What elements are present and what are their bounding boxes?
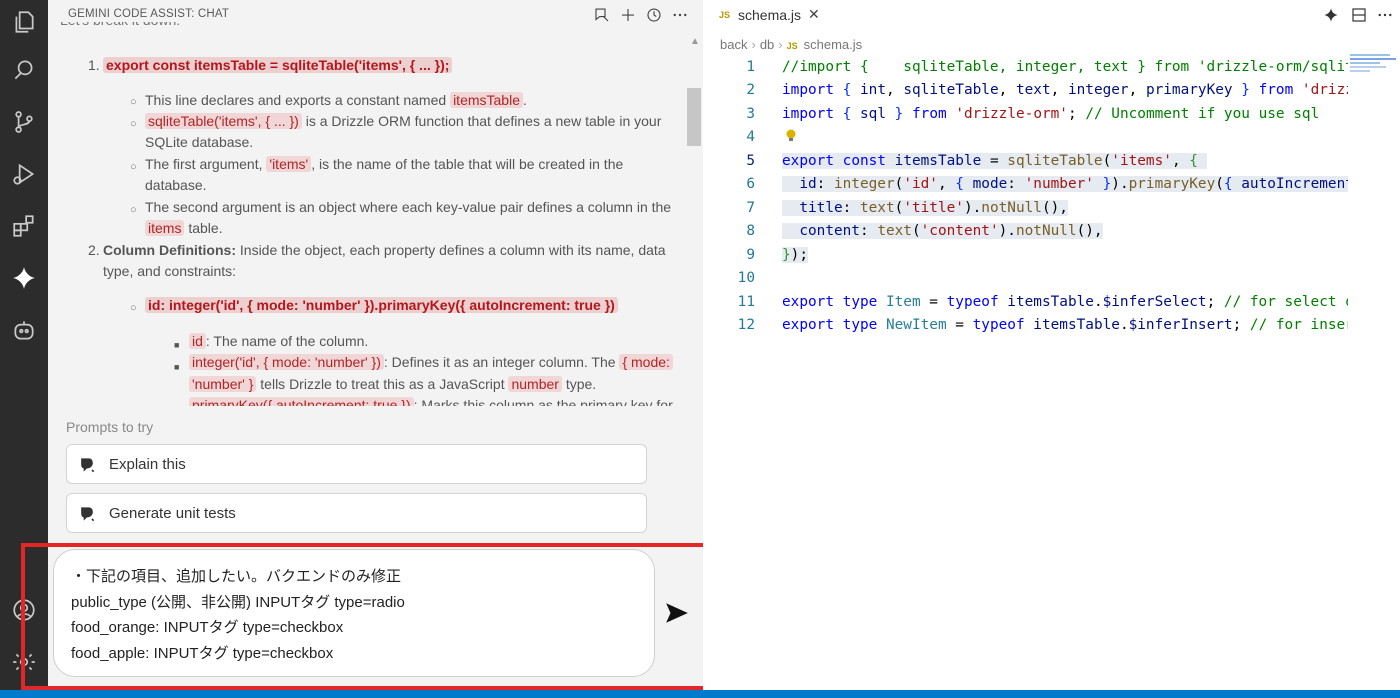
line-number: 10: [737, 270, 755, 286]
minimap[interactable]: [1350, 54, 1398, 74]
line-number: 2: [746, 82, 755, 98]
editor-area: JS schema.js ✕ back › db › JS schema.js 1 2 3…: [703, 0, 1400, 690]
bot-icon[interactable]: [0, 308, 48, 352]
intro-text: Let's break it down:: [60, 22, 180, 32]
annotation-highlight-box: [21, 543, 764, 690]
list-number: 2.: [88, 242, 100, 258]
list-item: This line declares and exports a constan…: [145, 92, 527, 108]
line-number: 5: [746, 153, 755, 169]
chat-panel: GEMINI CODE ASSIST: CHAT Let's break it …: [21, 0, 764, 690]
prompt-icon: [81, 458, 95, 473]
code-line: id: integer('id', { mode: 'number' }).pr…: [782, 176, 1348, 192]
close-icon[interactable]: ✕: [808, 6, 820, 23]
code-line: import { int, sqliteTable, text, integer…: [782, 82, 1348, 98]
line-number: 12: [737, 317, 755, 333]
list-item: The second argument is an object where e…: [145, 199, 672, 215]
tab-label: schema.js: [738, 7, 802, 23]
code-line: //import { sqliteTable, integer, text } …: [782, 59, 1348, 75]
code-line: title: text('title').notNull(),: [782, 200, 1068, 216]
prompt-label: Explain this: [109, 456, 186, 473]
line-number: 8: [746, 223, 755, 239]
prompt-generate-unit-tests[interactable]: Generate unit tests: [66, 493, 647, 533]
code-heading: export const itemsTable = sqliteTable('i…: [103, 57, 453, 73]
code-line: export type NewItem = typeof itemsTable.…: [782, 317, 1348, 333]
source-control-icon[interactable]: [0, 100, 48, 144]
list-item: id: The name of the column.: [189, 331, 368, 353]
extensions-icon[interactable]: [0, 204, 48, 248]
split-editor-icon[interactable]: [1348, 4, 1370, 26]
chat-messages: Let's break it down: 1. export const ite…: [48, 22, 688, 406]
line-number: 9: [746, 247, 755, 263]
code-editor[interactable]: 1 2 3 4 5 6 7 8 9 10 11 12 //import { sq…: [703, 56, 1348, 356]
code-heading: id: integer('id', { mode: 'number' }).pr…: [145, 297, 618, 313]
list-item: primaryKey({ autoIncrement: true }): Mar…: [189, 395, 673, 406]
chat-scrollbar[interactable]: [687, 88, 701, 146]
js-file-icon: JS: [719, 10, 731, 20]
list-item: integer('id', { mode: 'number' }): Defin…: [189, 352, 673, 374]
chat-title: GEMINI CODE ASSIST: CHAT: [68, 8, 230, 20]
list-item-cont: database.: [145, 177, 207, 193]
list-item: sqliteTable('items', { ... }) is a Drizz…: [145, 111, 661, 133]
prompt-label: Generate unit tests: [109, 505, 236, 522]
vscode-window: GEMINI CODE ASSIST: CHAT Let's break it …: [0, 0, 1400, 698]
code-line: });: [782, 247, 808, 263]
more-icon[interactable]: [1374, 4, 1396, 26]
breadcrumb: back › db › JS schema.js: [720, 37, 863, 52]
prompt-explain-this[interactable]: Explain this: [66, 444, 647, 484]
prompt-icon: [81, 507, 95, 522]
list-item: Column Definitions: Inside the object, e…: [103, 242, 666, 258]
breadcrumb-item[interactable]: schema.js: [804, 37, 863, 52]
line-number: 11: [737, 294, 755, 310]
list-item: The first argument, 'items', is the name…: [145, 156, 624, 172]
code-line: export type Item = typeof itemsTable.$in…: [782, 294, 1348, 310]
tab-schema-js[interactable]: JS schema.js ✕: [703, 0, 828, 30]
sparkle-icon[interactable]: [1320, 4, 1342, 26]
line-number: 7: [746, 200, 755, 216]
code-line: export const itemsTable = sqliteTable('i…: [782, 153, 1207, 169]
code-line: content: text('content').notNull(),: [782, 223, 1103, 239]
line-number: 1: [746, 59, 755, 75]
list-item-cont: 'number' } tells Drizzle to treat this a…: [189, 374, 596, 396]
scroll-up-arrow[interactable]: ▲: [690, 36, 700, 47]
run-debug-icon[interactable]: [0, 152, 48, 196]
list-item-cont: type, and constraints:: [103, 263, 237, 279]
lightbulb-icon[interactable]: [784, 128, 798, 144]
gemini-icon[interactable]: [0, 256, 48, 300]
line-number: 4: [746, 129, 755, 145]
code-line: import { sql } from 'drizzle-orm'; // Un…: [782, 106, 1320, 122]
search-icon[interactable]: [0, 48, 48, 92]
status-bar: [0, 690, 1400, 698]
list-number: 1.: [88, 57, 100, 73]
list-item-cont: SQLite database.: [145, 134, 254, 150]
line-number: 6: [746, 176, 755, 192]
explorer-icon[interactable]: [0, 0, 48, 44]
list-item-cont: items table.: [145, 218, 223, 240]
breadcrumb-item[interactable]: db: [760, 37, 774, 52]
line-number: 3: [746, 106, 755, 122]
breadcrumb-item[interactable]: back: [720, 37, 747, 52]
prompts-label: Prompts to try: [66, 419, 154, 435]
